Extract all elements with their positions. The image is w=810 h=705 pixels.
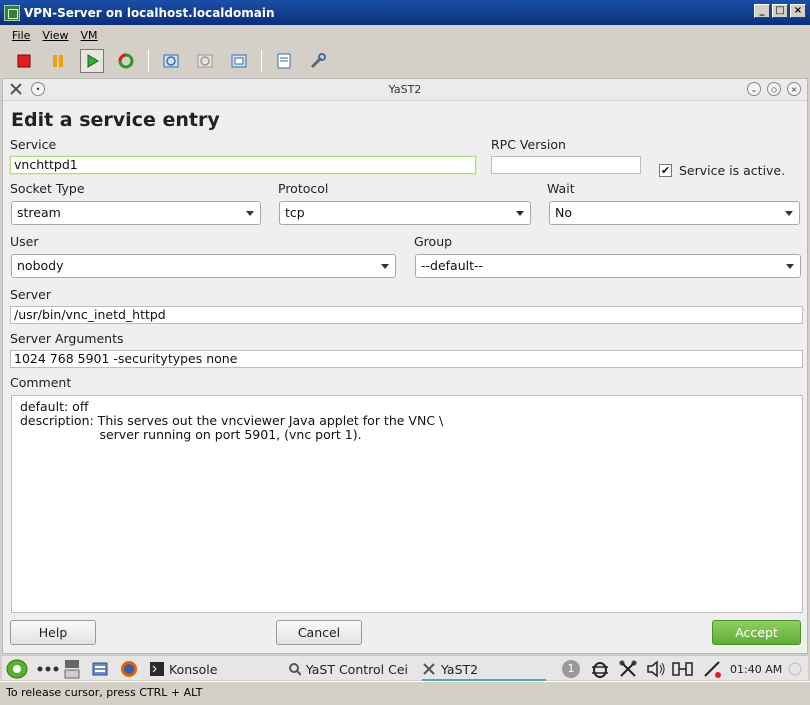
maximize-button[interactable]: □ <box>772 4 788 18</box>
comment-line: server running on port 5901, (vnc port 1… <box>20 427 362 442</box>
more-icon[interactable] <box>36 659 60 679</box>
desktop-switcher-icon[interactable] <box>64 659 80 679</box>
display-icon[interactable] <box>672 659 694 679</box>
vm-window-title: VPN-Server on localhost.localdomain <box>24 5 275 20</box>
desktop-number-badge[interactable]: 1 <box>562 659 580 679</box>
comment-textarea[interactable]: default: off description: This serves ou… <box>11 395 803 613</box>
protocol-select[interactable]: tcp <box>279 201 531 225</box>
group-label: Group <box>414 234 453 249</box>
vm-menubar: File View VM <box>0 25 810 45</box>
yast-app-icon <box>10 83 22 95</box>
socket-type-select[interactable]: stream <box>11 201 261 225</box>
maximize-icon[interactable]: ◇ <box>767 82 781 96</box>
chevron-down-icon <box>786 264 794 269</box>
cancel-button[interactable]: Cancel <box>276 620 362 645</box>
group-value: --default-- <box>421 258 484 273</box>
socket-type-label: Socket Type <box>10 181 85 196</box>
chevron-down-icon <box>785 211 793 216</box>
wait-label: Wait <box>547 181 575 196</box>
yast-control-center-icon <box>289 663 301 676</box>
close-button[interactable]: × <box>790 4 806 18</box>
revert-snapshot-icon[interactable] <box>193 49 217 73</box>
menu-file[interactable]: File <box>12 29 30 42</box>
reset-icon[interactable] <box>114 49 138 73</box>
firefox-icon[interactable] <box>120 659 138 679</box>
page-title: Edit a service entry <box>11 109 220 131</box>
terminal-icon <box>150 662 164 676</box>
network-tools-icon[interactable] <box>618 659 638 679</box>
start-menu-icon[interactable] <box>6 659 28 679</box>
help-button[interactable]: Help <box>10 620 96 645</box>
bug-icon[interactable] <box>590 659 610 679</box>
yast-window: • YaST2 ⌄ ◇ × Edit a service entry Servi… <box>2 78 808 654</box>
network-disconnected-icon[interactable] <box>702 659 722 679</box>
server-args-label: Server Arguments <box>10 331 124 346</box>
wait-select[interactable]: No <box>549 201 800 225</box>
snapshot-manager-icon[interactable] <box>227 49 251 73</box>
service-label: Service <box>10 137 57 152</box>
chevron-down-icon <box>516 211 524 216</box>
chevron-down-icon <box>381 264 389 269</box>
comment-line: description: This serves out the vncview… <box>20 413 444 428</box>
service-active-checkbox[interactable]: ✔ <box>659 164 672 177</box>
taskbar-yast-control-center[interactable]: YaST Control Cei <box>288 659 408 679</box>
server-label: Server <box>10 287 51 302</box>
user-value: nobody <box>17 258 64 273</box>
file-manager-icon[interactable] <box>92 659 108 679</box>
minimize-button[interactable]: _ <box>754 4 770 18</box>
chevron-down-icon <box>246 211 254 216</box>
stop-icon[interactable] <box>12 49 36 73</box>
window-menu-icon[interactable]: • <box>31 82 45 96</box>
play-icon[interactable] <box>80 49 104 73</box>
group-select[interactable]: --default-- <box>415 254 801 278</box>
snapshot-icon[interactable] <box>159 49 183 73</box>
taskbar-yast2-label: YaST2 <box>441 661 479 677</box>
desktop-number: 1 <box>562 660 580 678</box>
show-desktop-icon[interactable] <box>788 659 802 679</box>
comment-label: Comment <box>10 375 72 390</box>
socket-type-value: stream <box>17 205 61 220</box>
vm-titlebar: VPN-Server on localhost.localdomain _ □ … <box>0 0 810 25</box>
taskbar-konsole[interactable]: Konsole <box>150 659 217 679</box>
user-select[interactable]: nobody <box>11 254 396 278</box>
yast-window-title: YaST2 <box>388 83 422 96</box>
volume-icon[interactable] <box>646 659 666 679</box>
server-args-input[interactable]: 1024 768 5901 -securitytypes none <box>10 350 803 368</box>
minimize-icon[interactable]: ⌄ <box>747 82 761 96</box>
vm-toolbar <box>0 46 810 76</box>
menu-vm[interactable]: VM <box>81 29 98 42</box>
wait-value: No <box>555 205 572 220</box>
yast-titlebar: • YaST2 ⌄ ◇ × <box>3 79 807 101</box>
clock-time: 01:40 AM <box>730 662 783 676</box>
clock[interactable]: 01:40 AM <box>730 659 782 679</box>
taskbar-yast2[interactable]: YaST2 <box>422 659 546 681</box>
yast2-icon <box>423 663 435 675</box>
protocol-value: tcp <box>285 205 305 220</box>
server-input[interactable]: /usr/bin/vnc_inetd_httpd <box>10 306 803 324</box>
menu-view[interactable]: View <box>42 29 68 42</box>
service-active-label: Service is active. <box>679 163 786 178</box>
user-label: User <box>10 234 39 249</box>
rpc-version-label: RPC Version <box>491 137 566 152</box>
taskbar-konsole-label: Konsole <box>169 661 218 677</box>
close-icon[interactable]: × <box>787 82 801 96</box>
rpc-version-input[interactable] <box>491 156 641 174</box>
status-bar: To release cursor, press CTRL + ALT <box>0 681 810 705</box>
service-input[interactable]: vnchttpd1 <box>10 156 476 174</box>
comment-line: default: off <box>20 399 89 414</box>
tools-icon[interactable] <box>306 49 330 73</box>
pause-icon[interactable] <box>46 49 70 73</box>
taskbar: Konsole YaST Control Cei YaST2 1 01:40 A… <box>2 655 808 681</box>
vmware-logo-icon <box>4 4 20 21</box>
protocol-label: Protocol <box>278 181 329 196</box>
taskbar-yast-control-label: YaST Control Cei <box>305 661 408 677</box>
settings-icon[interactable] <box>272 49 296 73</box>
accept-button[interactable]: Accept <box>712 620 801 645</box>
